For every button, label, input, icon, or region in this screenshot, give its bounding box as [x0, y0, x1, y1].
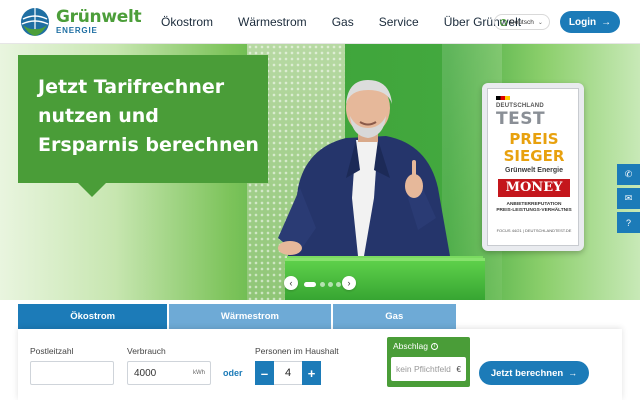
tab-gas[interactable]: Gas [332, 304, 456, 329]
seal-company: Grünwelt Energie [505, 167, 563, 174]
carousel-dot[interactable] [336, 282, 341, 287]
usage-input[interactable]: 4000 kWh [127, 361, 211, 385]
tab-waermestrom[interactable]: Wärmestrom [169, 304, 331, 329]
calculate-button[interactable]: Jetzt berechnen → [479, 361, 589, 385]
info-icon[interactable]: i [430, 342, 438, 350]
minus-icon: – [260, 365, 269, 381]
brand-sub: ENERGIE [56, 26, 98, 35]
logo[interactable]: Grünwelt ENERGIE [20, 7, 142, 37]
persons-minus-button[interactable]: – [255, 361, 274, 385]
carousel-prev-button[interactable]: ‹ [284, 276, 298, 290]
phone-icon: ✆ [624, 169, 633, 179]
award-seal: DEUTSCHLAND TEST PREIS SIEGER Grünwelt E… [482, 83, 584, 251]
seal-footer: FOCUS 44/21 | DEUTSCHLANDTEST.DE [496, 228, 572, 233]
calculator-tabs: Ökostrom Wärmestrom Gas [18, 304, 458, 329]
calculate-label: Jetzt berechnen [490, 367, 564, 379]
currency-symbol: € [456, 364, 461, 374]
seal-award: PREIS SIEGER [488, 131, 580, 165]
persons-count[interactable]: 4 [274, 361, 302, 385]
help-icon: ? [625, 217, 631, 228]
language-select[interactable]: Deutsch ⌄ [494, 14, 550, 30]
site-header: Grünwelt ENERGIE Ökostrom Wärmestrom Gas… [0, 0, 640, 44]
nav-item-service[interactable]: Service [379, 15, 419, 29]
seal-test: TEST [496, 109, 546, 129]
installment-label-text: Abschlag [393, 341, 428, 351]
or-label: oder [223, 368, 243, 378]
help-contact-tab[interactable]: ? [617, 212, 640, 233]
installment-input[interactable]: kein Pflichtfeld € [391, 357, 466, 381]
brand-name: Grünwelt [56, 7, 142, 27]
headline-line-1: Jetzt Tarifrechner [38, 76, 225, 98]
postcode-input[interactable] [30, 361, 114, 385]
arrow-right-icon: → [568, 368, 578, 378]
green-desk [285, 258, 485, 300]
seal-award-line-2: SIEGER [503, 147, 565, 165]
headline-line-2: nutzen und [38, 105, 159, 127]
main-nav: Ökostrom Wärmestrom Gas Service Über Grü… [161, 0, 546, 44]
tab-oekostrom[interactable]: Ökostrom [18, 304, 168, 329]
nav-item-waermestrom[interactable]: Wärmestrom [238, 15, 307, 29]
seal-magazine: MONEY [498, 179, 570, 197]
nav-item-gas[interactable]: Gas [332, 15, 354, 29]
plus-icon: + [307, 365, 316, 381]
chevron-down-icon: ⌄ [537, 19, 543, 26]
installment-label: Abschlag i [393, 341, 438, 351]
usage-label: Verbrauch [127, 346, 166, 356]
installment-placeholder: kein Pflichtfeld [396, 364, 451, 374]
seal-card: DEUTSCHLAND TEST PREIS SIEGER Grünwelt E… [487, 88, 579, 246]
language-label: Deutsch [510, 18, 534, 26]
mail-contact-tab[interactable]: ✉ [617, 188, 640, 209]
mail-icon: ✉ [624, 193, 633, 203]
login-label: Login [568, 16, 597, 28]
chevron-right-icon: › [347, 278, 351, 288]
german-flag-icon [496, 96, 510, 100]
seal-category: ANBIETERREPUTATION PREIS-LEISTUNGS-VERHÄ… [488, 202, 580, 214]
carousel-dot-active[interactable] [304, 282, 316, 287]
spokesperson-image [278, 80, 450, 256]
seal-category-line-2: PREIS-LEISTUNGS-VERHÄLTNIS [496, 208, 572, 213]
hero-headline: Jetzt Tarifrechner nutzen und Ersparnis … [38, 73, 263, 160]
nav-item-oekostrom[interactable]: Ökostrom [161, 15, 213, 29]
login-button[interactable]: Login → [560, 11, 620, 33]
headline-tail [78, 183, 106, 197]
phone-contact-tab[interactable]: ✆ [617, 164, 640, 185]
headline-line-3: Ersparnis berechnen [38, 134, 259, 156]
seal-award-line-1: PREIS [509, 130, 559, 148]
persons-plus-button[interactable]: + [302, 361, 321, 385]
carousel-next-button[interactable]: › [342, 276, 356, 290]
postcode-label: Postleitzahl [30, 346, 74, 356]
persons-label: Personen im Haushalt [255, 346, 339, 356]
carousel-dot[interactable] [320, 282, 325, 287]
chevron-left-icon: ‹ [289, 278, 293, 288]
globe-icon [500, 18, 507, 26]
arrow-right-icon: → [601, 16, 612, 28]
globe-logo-icon [21, 8, 49, 36]
carousel-dot[interactable] [328, 282, 333, 287]
usage-value: 4000 [134, 367, 157, 379]
usage-unit: kWh [193, 370, 205, 376]
